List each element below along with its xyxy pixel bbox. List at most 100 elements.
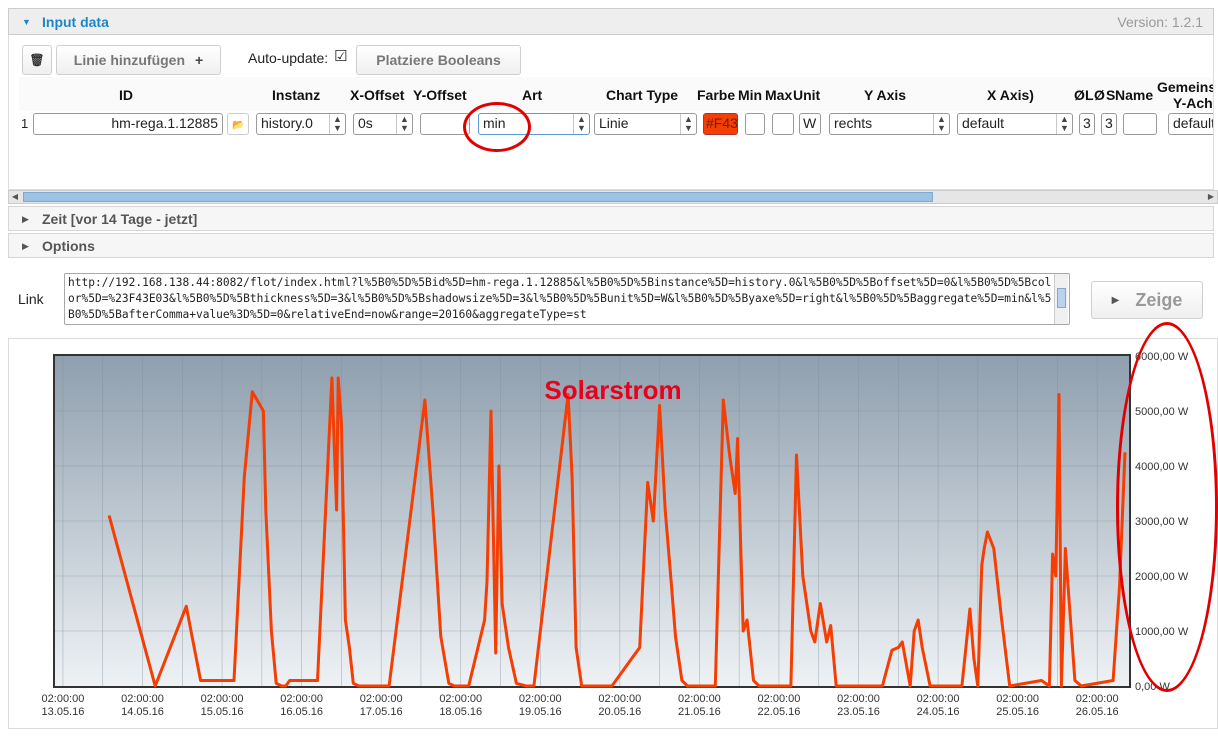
scroll-right-icon[interactable]: ▶ (1205, 191, 1217, 203)
add-line-button[interactable]: Linie hinzufügen + (56, 45, 221, 75)
delete-button[interactable]: 🗑 (22, 45, 52, 75)
chart-title: Solarstrom (544, 375, 681, 405)
chart-svg: Solarstrom 0,00 W 1000,00 W 2000,00 W 3000,… (42, 351, 1189, 718)
x-tick-time: 02:00:00 (360, 693, 403, 705)
x-tick-date: 15.05.16 (201, 706, 244, 718)
x-tick-date: 23.05.16 (837, 706, 880, 718)
y-tick-label: 0,00 W (1135, 681, 1170, 693)
x-tick-time: 02:00:00 (439, 693, 482, 705)
shadow-input[interactable]: 3 (1101, 113, 1117, 135)
place-booleans-button[interactable]: Platziere Booleans (356, 45, 521, 75)
x-tick-time: 02:00:00 (678, 693, 721, 705)
y-tick-label: 5000,00 W (1135, 406, 1189, 418)
x-tick-date: 14.05.16 (121, 706, 164, 718)
chart-container: Solarstrom 0,00 W 1000,00 W 2000,00 W 3000,… (8, 338, 1218, 729)
x-axis-select[interactable]: default ▲ ▼ (957, 113, 1073, 135)
x-tick-time: 02:00:00 (121, 693, 164, 705)
col-l: L (1085, 87, 1094, 103)
unit-input[interactable]: W (799, 113, 821, 135)
browse-id-button[interactable]: 📂 (227, 113, 249, 135)
col-max: Max (765, 87, 793, 103)
link-scrollbar[interactable] (1054, 274, 1068, 324)
col-average: Ø (1074, 87, 1085, 103)
updown-icon: ▲ ▼ (329, 114, 345, 134)
col-yoffset: Y-Offset (413, 87, 467, 103)
y-axis-value: rechts (834, 115, 873, 131)
zeit-section-header[interactable]: ▶ Zeit [vor 14 Tage - jetzt] (8, 206, 1214, 231)
col-id: ID (119, 87, 133, 103)
options-section-header[interactable]: ▶ Options (8, 233, 1214, 258)
y-axis-select[interactable]: rechts ▲ ▼ (829, 113, 950, 135)
y-tick-label: 4000,00 W (1135, 461, 1189, 473)
x-tick-time: 02:00:00 (837, 693, 880, 705)
col-xoffset: X-Offset (350, 87, 405, 103)
x-tick-date: 22.05.16 (758, 706, 801, 718)
yoffset-input[interactable] (420, 113, 470, 135)
auto-update-checkbox[interactable]: ☑ (334, 47, 347, 65)
horizontal-scrollbar[interactable]: ◀ ▶ (8, 190, 1218, 204)
id-input[interactable]: hm-rega.1.12885 (33, 113, 223, 135)
y-tick-label: 3000,00 W (1135, 516, 1189, 528)
x-tick-time: 02:00:00 (519, 693, 562, 705)
input-data-title: Input data (42, 14, 109, 30)
x-tick-date: 17.05.16 (360, 706, 403, 718)
col-farbe: Farbe (697, 87, 736, 103)
col-common-yaxis: Y-Achs (1173, 95, 1213, 111)
folder-open-icon: 📂 (232, 120, 245, 131)
common-select[interactable]: default (1168, 113, 1213, 135)
max-input[interactable] (772, 113, 794, 135)
col-s: S (1106, 87, 1116, 103)
x-tick-date: 18.05.16 (439, 706, 482, 718)
col-x-axis: X Axis) (987, 87, 1034, 103)
link-textarea[interactable]: http://192.168.138.44:8082/flot/index.ht… (64, 273, 1070, 325)
x-tick-date: 21.05.16 (678, 706, 721, 718)
y-tick-label: 2000,00 W (1135, 571, 1189, 583)
x-tick-date: 24.05.16 (917, 706, 960, 718)
x-tick-time: 02:00:00 (42, 693, 85, 705)
x-tick-time: 02:00:00 (201, 693, 244, 705)
collapsed-triangle-icon: ▶ (22, 241, 29, 251)
show-label: Zeige (1135, 289, 1183, 310)
thickness-input[interactable]: 3 (1079, 113, 1095, 135)
x-tick-date: 13.05.16 (42, 706, 85, 718)
x-tick-date: 25.05.16 (996, 706, 1039, 718)
input-data-header[interactable]: ▼ Input data Version: 1.2.1 (8, 8, 1214, 35)
col-instanz: Instanz (272, 87, 321, 103)
x-tick-time: 02:00:00 (758, 693, 801, 705)
y-tick-label: 6000,00 W (1135, 351, 1189, 363)
plus-icon: + (195, 52, 204, 68)
color-input[interactable]: #F43 (703, 113, 738, 135)
instanz-select[interactable]: history.0 ▲ ▼ (256, 113, 346, 135)
updown-icon: ▲ ▼ (680, 114, 696, 134)
auto-update-label: Auto-update: (248, 50, 329, 66)
x-tick-date: 26.05.16 (1076, 706, 1119, 718)
x-tick-date: 16.05.16 (280, 706, 323, 718)
col-art: Art (522, 87, 543, 103)
col-name: Name (1115, 87, 1154, 103)
add-line-label: Linie hinzufügen (73, 52, 186, 68)
col-unit: Unit (793, 87, 821, 103)
art-select[interactable]: min ▲ ▼ (478, 113, 590, 135)
name-input[interactable] (1123, 113, 1157, 135)
x-axis-value: default (962, 115, 1005, 131)
x-tick-date: 20.05.16 (598, 706, 641, 718)
min-input[interactable] (745, 113, 765, 135)
chart-type-select[interactable]: Linie ▲ ▼ (594, 113, 697, 135)
version-label: Version: 1.2.1 (1117, 14, 1203, 30)
zeit-section-title: Zeit [vor 14 Tage - jetzt] (42, 211, 198, 227)
link-scrollbar-thumb[interactable] (1057, 288, 1066, 308)
updown-icon: ▲ ▼ (573, 114, 589, 134)
updown-icon: ▲ ▼ (1056, 114, 1072, 134)
art-value: min (483, 115, 506, 131)
xoffset-select[interactable]: 0s ▲ ▼ (353, 113, 413, 135)
col-min: Min (738, 87, 763, 103)
col-y-axis: Y Axis (864, 87, 907, 103)
scrollbar-thumb[interactable] (23, 192, 933, 202)
x-tick-time: 02:00:00 (996, 693, 1039, 705)
show-button[interactable]: ▶ Zeige (1091, 281, 1203, 319)
trash-icon: 🗑 (29, 53, 45, 67)
updown-icon: ▲ ▼ (396, 114, 412, 134)
scroll-left-icon[interactable]: ◀ (9, 191, 21, 203)
collapsed-triangle-icon: ▶ (22, 214, 29, 224)
place-booleans-label: Platziere Booleans (376, 52, 501, 68)
